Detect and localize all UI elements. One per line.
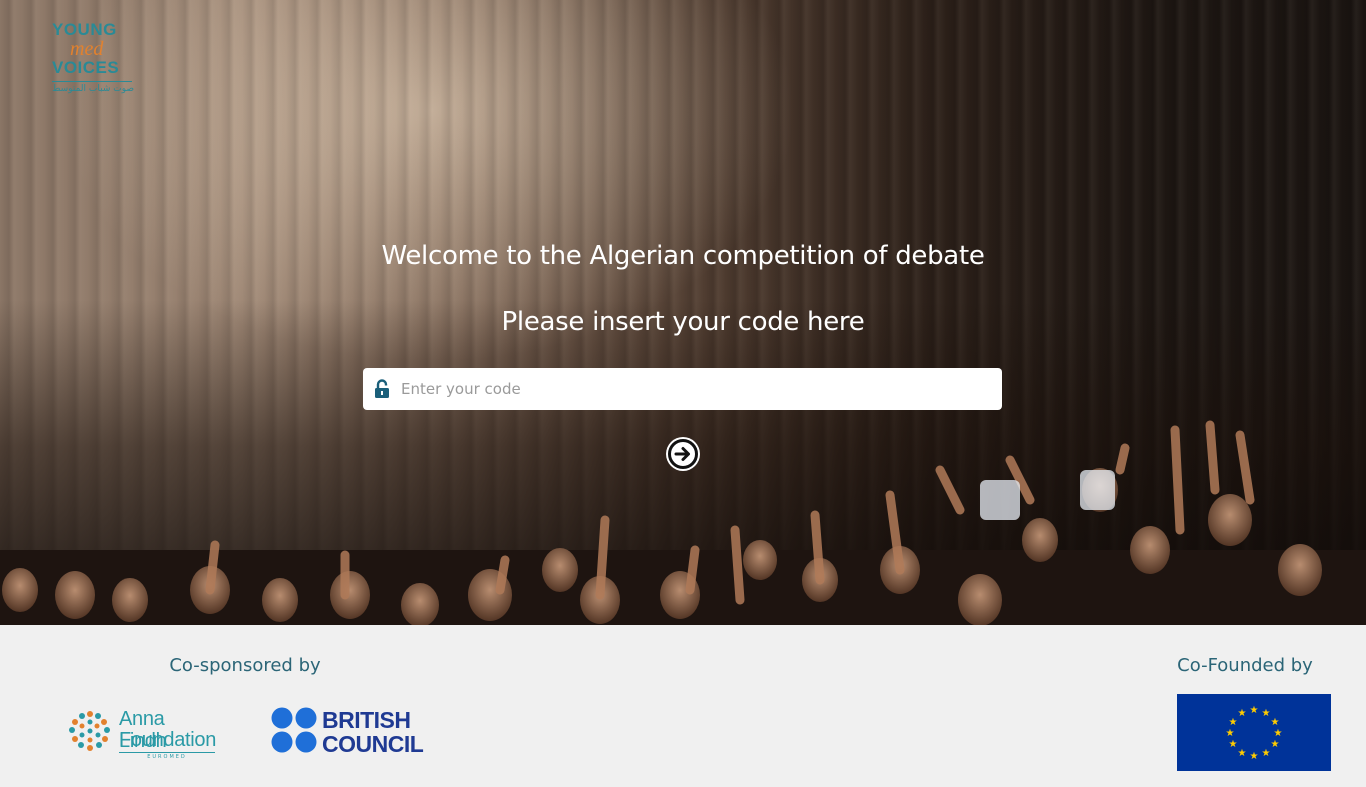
cofounded-label: Co-Founded by	[1177, 655, 1313, 676]
svg-text:★: ★	[1271, 717, 1280, 728]
anna-lindh-name-line2: Foundation	[119, 729, 217, 751]
eu-stars-icon: ★ ★ ★ ★ ★ ★ ★ ★ ★ ★ ★ ★	[1226, 705, 1283, 762]
code-input[interactable]	[401, 368, 991, 410]
young-med-voices-logo[interactable]: YOUNG med VOICES صوت شباب المتوسط	[52, 20, 144, 116]
cosponsored-label: Co-sponsored by	[169, 655, 321, 676]
unlock-icon	[374, 379, 390, 399]
svg-text:★: ★	[1262, 748, 1271, 759]
crowd-image	[0, 420, 1366, 625]
arrow-right-circle-icon	[668, 439, 698, 469]
svg-text:★: ★	[1238, 708, 1247, 719]
british-council-line1: BRITISH	[322, 707, 411, 733]
svg-text:★: ★	[1229, 739, 1238, 750]
eu-flag-logo[interactable]: ★ ★ ★ ★ ★ ★ ★ ★ ★ ★ ★ ★	[1177, 694, 1331, 771]
british-council-dots-icon	[271, 707, 317, 753]
anna-lindh-emblem-icon	[69, 711, 110, 751]
submit-button[interactable]	[666, 437, 700, 471]
anna-lindh-tagline: EUROMED	[119, 752, 215, 760]
british-council-line2: COUNCIL	[322, 731, 424, 757]
svg-text:★: ★	[1271, 739, 1280, 750]
anna-lindh-foundation-logo[interactable]: Anna Lindh Foundation EUROMED	[67, 706, 217, 760]
svg-text:★: ★	[1262, 708, 1271, 719]
logo-word-voices: VOICES	[52, 58, 120, 77]
svg-text:★: ★	[1229, 717, 1238, 728]
svg-text:★: ★	[1250, 751, 1259, 762]
welcome-heading: Welcome to the Algerian competition of d…	[381, 241, 985, 271]
logo-word-med: med	[70, 38, 104, 60]
instruction-heading: Please insert your code here	[501, 307, 865, 337]
svg-text:★: ★	[1226, 728, 1235, 739]
svg-text:★: ★	[1250, 705, 1259, 716]
logo-word-young: YOUNG	[52, 20, 117, 39]
code-field[interactable]	[363, 368, 1002, 410]
svg-text:★: ★	[1238, 748, 1247, 759]
svg-text:★: ★	[1274, 728, 1283, 739]
logo-divider	[52, 81, 132, 82]
logo-arabic-tagline: صوت شباب المتوسط	[52, 84, 134, 94]
footer: Co-sponsored by Co-Founded by Anna Lindh…	[0, 625, 1366, 787]
british-council-logo[interactable]: BRITISH COUNCIL	[271, 707, 431, 757]
